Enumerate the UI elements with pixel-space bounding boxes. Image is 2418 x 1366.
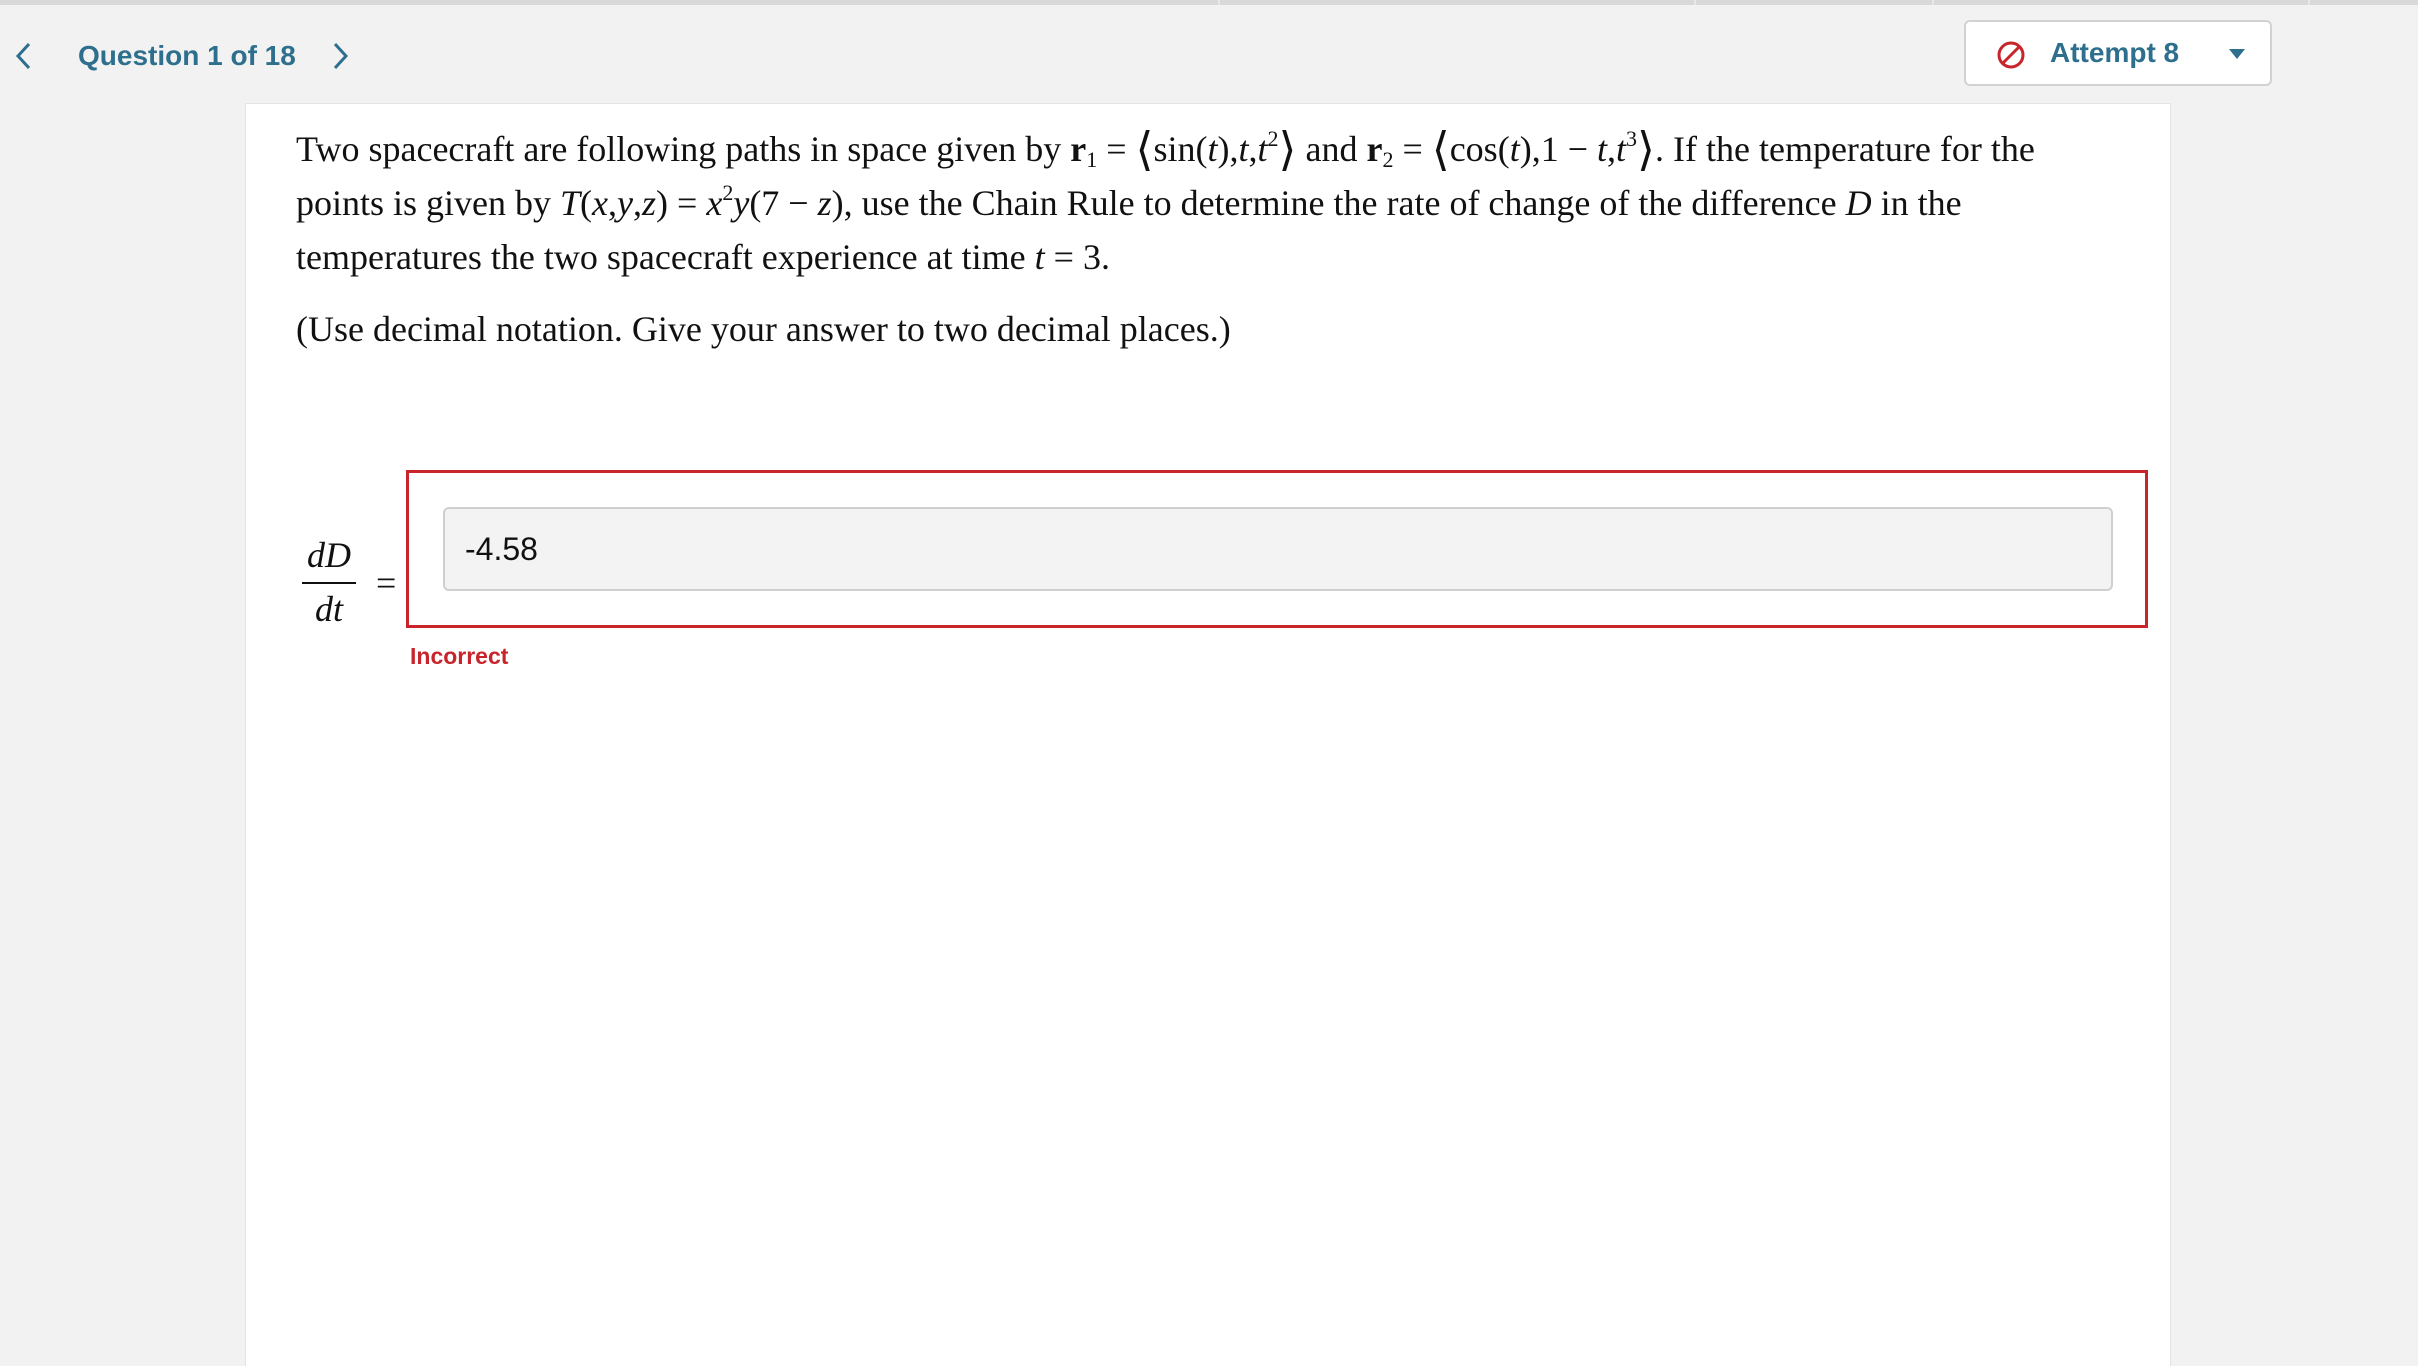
- caret-down-icon: [2229, 49, 2245, 59]
- top-rule-divider: [2308, 0, 2310, 5]
- derivative-fraction: dD dt: [302, 532, 356, 632]
- attempt-dropdown[interactable]: Attempt 8: [1964, 20, 2272, 86]
- previous-question-button[interactable]: [8, 38, 40, 74]
- top-rule-divider: [1932, 0, 1934, 5]
- equals-sign: =: [376, 563, 397, 603]
- top-rule-divider: [1694, 0, 1696, 5]
- question-card: Two spacecraft are following paths in sp…: [246, 104, 2170, 1366]
- question-prompt: Two spacecraft are following paths in sp…: [296, 122, 2126, 356]
- answer-error-frame: [406, 470, 2148, 628]
- top-rule-divider: [1218, 0, 1220, 5]
- fraction-bar: [302, 582, 356, 584]
- chevron-right-icon: [333, 42, 349, 70]
- chevron-left-icon: [15, 42, 31, 70]
- feedback-incorrect: Incorrect: [410, 643, 509, 669]
- next-question-button[interactable]: [324, 38, 356, 74]
- top-rule: [0, 0, 2418, 5]
- fraction-numerator: dD: [307, 535, 351, 575]
- fraction-denominator: dt: [314, 589, 343, 629]
- question-text: Two spacecraft are following paths in sp…: [296, 124, 2035, 278]
- ban-icon: [1997, 41, 2025, 69]
- question-instruction: (Use decimal notation. Give your answer …: [296, 309, 1231, 349]
- question-counter: Question 1 of 18: [78, 40, 296, 71]
- answer-input[interactable]: [443, 507, 2113, 591]
- attempt-label: Attempt 8: [2050, 37, 2180, 68]
